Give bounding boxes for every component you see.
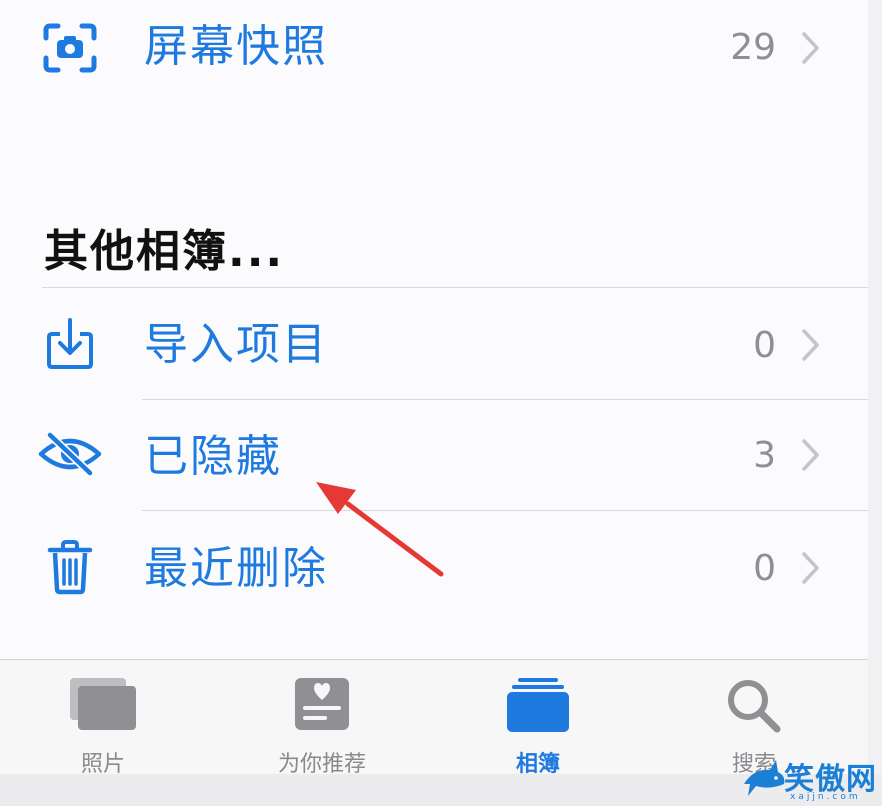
tab-albums[interactable]: 相簿 xyxy=(438,660,638,777)
album-count: 0 xyxy=(753,325,776,366)
albums-icon xyxy=(507,678,569,732)
tab-bar: 照片 为你推荐 相簿 搜索 xyxy=(0,659,868,777)
album-count: 0 xyxy=(753,548,776,589)
album-label: 屏幕快照 xyxy=(144,21,328,72)
chevron-right-icon xyxy=(802,552,819,584)
search-icon xyxy=(728,680,781,733)
album-label: 已隐藏 xyxy=(144,431,282,482)
shark-logo-icon xyxy=(744,760,785,796)
album-label: 导入项目 xyxy=(144,319,328,370)
import-icon xyxy=(36,310,104,378)
album-count: 29 xyxy=(730,27,776,68)
eye-slash-icon xyxy=(36,420,104,488)
section-title-other-albums: 其他相簿... xyxy=(44,226,285,277)
right-edge-strip xyxy=(868,0,882,806)
screenshot-icon xyxy=(36,14,104,82)
watermark: 笑傲网 xajjn.com xyxy=(740,752,882,806)
tab-for-you[interactable]: 为你推荐 xyxy=(222,660,422,777)
annotation-arrow xyxy=(316,482,444,577)
photos-icon xyxy=(70,678,136,730)
trash-icon xyxy=(36,533,104,601)
album-row-imports[interactable]: 导入项目 0 xyxy=(0,288,868,398)
albums-page: 屏幕快照 29 其他相簿... 导入项目 0 已隐藏 3 最近删除 0 照片 为… xyxy=(0,0,868,806)
tab-photos[interactable]: 照片 xyxy=(3,660,203,777)
watermark-subtext: xajjn.com xyxy=(790,792,861,802)
album-label: 最近删除 xyxy=(144,543,328,594)
album-row-screenshots[interactable]: 屏幕快照 29 xyxy=(0,0,868,110)
album-count: 3 xyxy=(753,435,776,476)
chevron-right-icon xyxy=(802,439,819,471)
for-you-icon xyxy=(295,678,349,730)
chevron-right-icon xyxy=(802,329,819,361)
chevron-right-icon xyxy=(802,32,819,64)
